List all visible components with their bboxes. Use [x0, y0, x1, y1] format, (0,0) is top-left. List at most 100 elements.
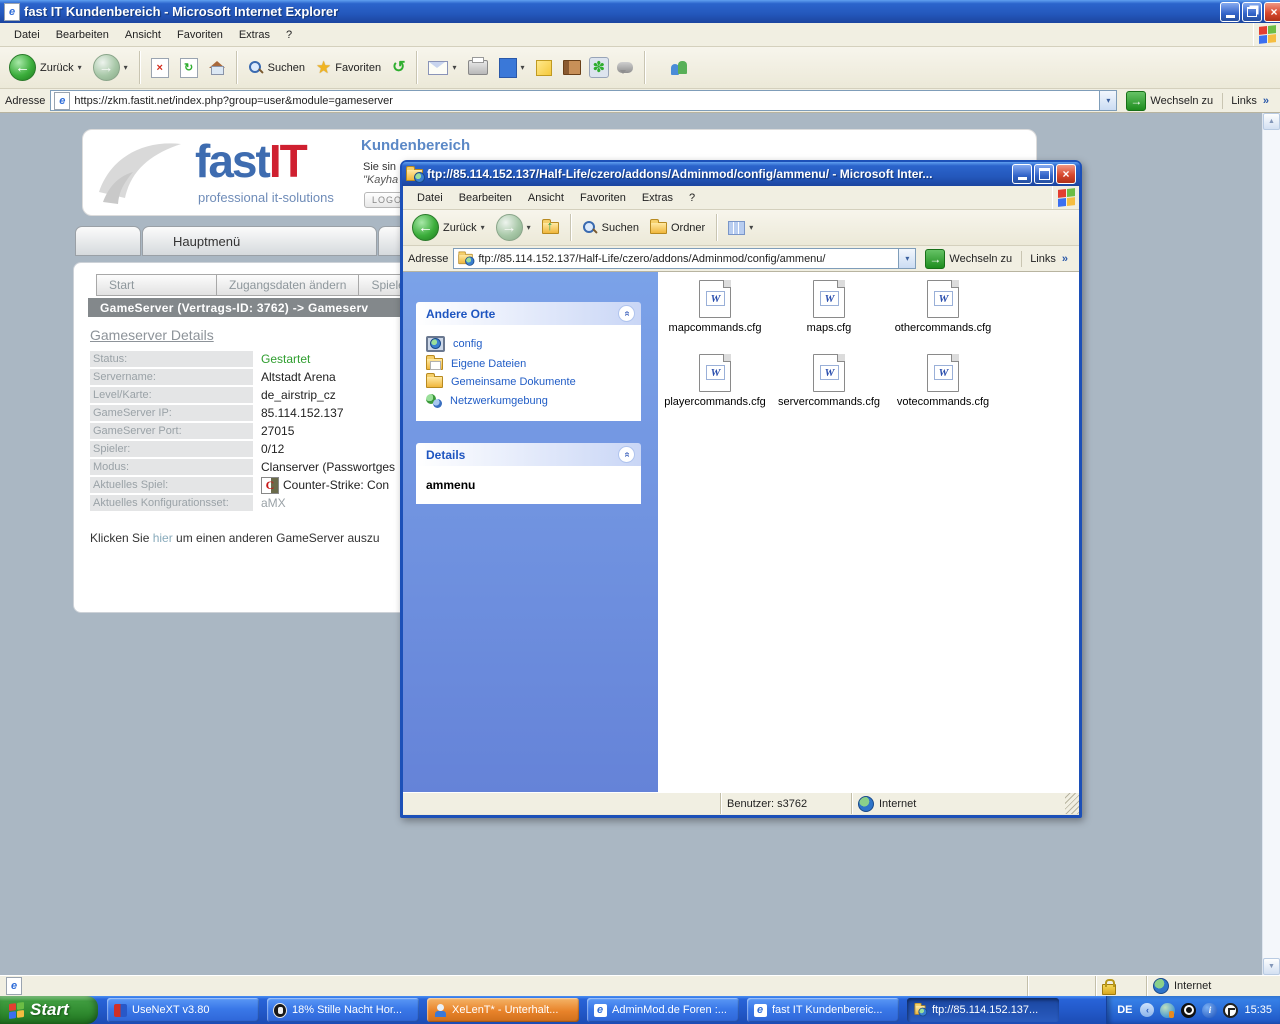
resize-grip[interactable]: [1065, 793, 1079, 814]
favorites-button[interactable]: ★ Favoriten: [313, 57, 384, 78]
chat-button[interactable]: [614, 60, 636, 75]
steam-tray-icon[interactable]: [1181, 1003, 1196, 1018]
taskbar-button-fastit[interactable]: e fast IT Kundenbereic...: [747, 998, 899, 1022]
messenger-icon: [670, 60, 688, 76]
address-dropdown[interactable]: ▾: [899, 248, 916, 269]
links-chevron-icon: »: [1263, 95, 1269, 107]
icq-tray-icon[interactable]: i: [1202, 1003, 1217, 1018]
menu-ansicht[interactable]: Ansicht: [520, 188, 572, 208]
messenger-tray-icon[interactable]: [1160, 1003, 1175, 1018]
address-dropdown[interactable]: ▾: [1100, 90, 1117, 111]
taskbar-button-ftp[interactable]: ftp://85.114.152.137...: [907, 998, 1059, 1022]
menu-favoriten[interactable]: Favoriten: [169, 25, 231, 45]
go-button[interactable]: → Wechseln zu: [1122, 90, 1217, 112]
address-input[interactable]: e https://zkm.fastit.net/index.php?group…: [50, 90, 1100, 111]
icq-button[interactable]: ✽: [589, 57, 610, 78]
nav-tab-hauptmenu[interactable]: Hauptmenü: [142, 226, 377, 256]
tray-collapse-chevron-icon[interactable]: ‹: [1140, 1003, 1154, 1017]
menu-hilfe[interactable]: ?: [681, 188, 703, 208]
collapse-chevron-icon[interactable]: «: [618, 305, 635, 322]
tab-start[interactable]: Start: [96, 274, 217, 296]
file-item[interactable]: W playercommands.cfg: [658, 352, 772, 426]
stop-button[interactable]: ×: [148, 56, 172, 80]
forward-button[interactable]: → ▾: [493, 212, 534, 243]
restore-button[interactable]: [1242, 2, 1262, 22]
taskbar-button-stille-nacht[interactable]: 18% Stille Nacht Hor...: [267, 998, 419, 1022]
tab-zugangsdaten[interactable]: Zugangsdaten ändern: [216, 274, 359, 296]
taskbar-button-adminmod[interactable]: e AdminMod.de Foren :...: [587, 998, 739, 1022]
back-button[interactable]: ← Zurück ▾: [409, 212, 488, 243]
scroll-up-button[interactable]: ▲: [1263, 113, 1280, 130]
research-button[interactable]: [560, 58, 584, 77]
print-button[interactable]: [465, 58, 491, 77]
back-button[interactable]: ← Zurück ▾: [6, 52, 85, 83]
menu-extras[interactable]: Extras: [231, 25, 278, 45]
refresh-button[interactable]: ↻: [177, 56, 201, 80]
page-title: Kundenbereich: [361, 137, 470, 154]
address-input[interactable]: ftp://85.114.152.137/Half-Life/czero/add…: [453, 248, 899, 269]
vertical-scrollbar[interactable]: ▲ ▼: [1262, 113, 1280, 975]
menu-bearbeiten[interactable]: Bearbeiten: [451, 188, 520, 208]
ftp-status-bar: Benutzer: s3762 Internet: [403, 792, 1079, 814]
up-button[interactable]: ↑: [539, 220, 562, 236]
forward-icon: →: [496, 214, 523, 241]
discuss-button[interactable]: [533, 58, 555, 78]
minimize-button[interactable]: [1012, 164, 1032, 184]
nav-tab-blank-left[interactable]: [75, 226, 141, 256]
file-item[interactable]: W servercommands.cfg: [772, 352, 886, 426]
go-button[interactable]: → Wechseln zu: [921, 248, 1016, 270]
minimize-button[interactable]: [1220, 2, 1240, 22]
menu-bearbeiten[interactable]: Bearbeiten: [48, 25, 117, 45]
forward-button[interactable]: → ▾: [90, 52, 131, 83]
home-button[interactable]: [206, 59, 228, 77]
ftp-titlebar[interactable]: ftp://85.114.152.137/Half-Life/czero/add…: [402, 162, 1080, 186]
start-button[interactable]: Start: [0, 996, 98, 1024]
menu-extras[interactable]: Extras: [634, 188, 681, 208]
hier-link[interactable]: hier: [153, 531, 173, 545]
clock[interactable]: 15:35: [1244, 1004, 1272, 1016]
history-button[interactable]: ↺: [389, 58, 408, 78]
collapse-chevron-icon[interactable]: «: [618, 446, 635, 463]
close-button[interactable]: ×: [1264, 2, 1280, 22]
ftp-content: Andere Orte « config Eigene Dateien Geme…: [403, 272, 1079, 792]
greeting-line1: Sie sin: [363, 161, 396, 173]
taskbar-button-usenext[interactable]: UseNeXT v3.80: [107, 998, 259, 1022]
menu-favoriten[interactable]: Favoriten: [572, 188, 634, 208]
file-list[interactable]: W mapcommands.cfg W maps.cfg W othercomm…: [658, 272, 1079, 792]
file-item[interactable]: W maps.cfg: [772, 278, 886, 352]
messenger-button[interactable]: [667, 58, 691, 78]
edit-button[interactable]: ▾: [496, 56, 528, 80]
views-button[interactable]: ▾: [725, 219, 756, 237]
file-item[interactable]: W othercommands.cfg: [886, 278, 1000, 352]
mail-button[interactable]: ▾: [425, 59, 459, 77]
language-indicator[interactable]: DE: [1117, 1004, 1132, 1016]
file-item[interactable]: W votecommands.cfg: [886, 352, 1000, 426]
maximize-button[interactable]: [1034, 164, 1054, 184]
place-netzwerkumgebung[interactable]: Netzwerkumgebung: [416, 391, 641, 411]
menu-ansicht[interactable]: Ansicht: [117, 25, 169, 45]
mail-icon: [428, 61, 448, 75]
details-header[interactable]: Details «: [416, 443, 641, 466]
menu-hilfe[interactable]: ?: [278, 25, 300, 45]
scroll-down-button[interactable]: ▼: [1263, 958, 1280, 975]
links-chevron-icon: »: [1062, 253, 1068, 265]
links-bar[interactable]: Links »: [1021, 251, 1074, 267]
links-bar[interactable]: Links »: [1222, 93, 1275, 109]
word-document-icon: W: [699, 280, 731, 318]
search-button[interactable]: Suchen: [579, 218, 642, 238]
close-button[interactable]: ×: [1056, 164, 1076, 184]
document-tray-icon[interactable]: [1223, 1003, 1238, 1018]
refresh-icon: ↻: [180, 58, 198, 78]
taskbar-button-xelent[interactable]: XeLenT* - Unterhalt...: [427, 998, 579, 1022]
menu-datei[interactable]: Datei: [6, 25, 48, 45]
place-gemeinsame-dokumente[interactable]: Gemeinsame Dokumente: [416, 373, 641, 391]
folders-button[interactable]: Ordner: [647, 220, 708, 236]
file-item[interactable]: W mapcommands.cfg: [658, 278, 772, 352]
place-eigene-dateien[interactable]: Eigene Dateien: [416, 355, 641, 373]
search-button[interactable]: Suchen: [245, 58, 308, 78]
place-config[interactable]: config: [416, 333, 641, 355]
menu-datei[interactable]: Datei: [409, 188, 451, 208]
windows-logo: [1253, 23, 1280, 46]
other-places-header[interactable]: Andere Orte «: [416, 302, 641, 325]
print-icon: [468, 60, 488, 75]
